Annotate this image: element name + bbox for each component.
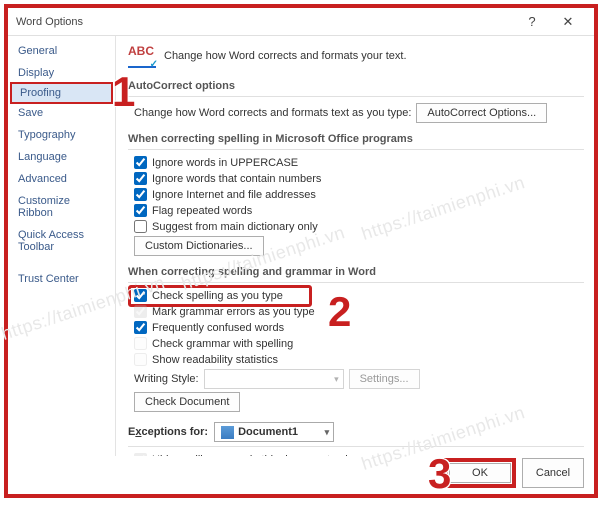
sidebar-item-typography[interactable]: Typography [8, 124, 115, 146]
sidebar-item-display[interactable]: Display [8, 62, 115, 84]
annotation-3: 3 [428, 450, 451, 498]
checkbox-label: Flag repeated words [152, 205, 252, 217]
annotation-2: 2 [328, 288, 351, 336]
checkbox-label: Frequently confused words [152, 322, 284, 334]
exceptions-heading-row: Exceptions for: Document1 [128, 418, 584, 447]
dialog-frame: Word Options ? ✕ General Display Proofin… [4, 4, 598, 498]
checkbox-label: Check grammar with spelling [152, 338, 293, 350]
checkbox[interactable] [134, 321, 147, 334]
abc-check-icon: ABC [128, 44, 156, 68]
checkbox-row[interactable]: Suggest from main dictionary only [134, 220, 584, 233]
ok-button[interactable]: OK [449, 463, 511, 483]
checkbox-label: Show readability statistics [152, 354, 278, 366]
help-button[interactable]: ? [514, 8, 550, 36]
group-heading: When correcting spelling in Microsoft Of… [128, 129, 584, 150]
sidebar-item-trust-center[interactable]: Trust Center [8, 268, 115, 290]
sidebar-item-proofing[interactable]: Proofing [10, 82, 113, 104]
group-word-spelling: When correcting spelling and grammar in … [128, 262, 584, 412]
exceptions-select[interactable]: Document1 [214, 422, 334, 442]
intro-text: Change how Word corrects and formats you… [164, 50, 407, 62]
autocorrect-row: Change how Word corrects and formats tex… [134, 103, 584, 123]
autocorrect-text: Change how Word corrects and formats tex… [134, 107, 411, 119]
checkbox[interactable] [134, 204, 147, 217]
annotation-1: 1 [112, 68, 135, 116]
check-document-button[interactable]: Check Document [134, 392, 240, 412]
group-autocorrect: AutoCorrect options Change how Word corr… [128, 76, 584, 123]
exceptions-value: Document1 [238, 426, 298, 438]
highlight-box-3: OK [444, 458, 516, 488]
dialog-footer: OK Cancel [444, 458, 584, 488]
dialog-body: General Display Proofing Save Typography… [8, 36, 594, 456]
group-office-spelling: When correcting spelling in Microsoft Of… [128, 129, 584, 256]
checkbox-row: Show readability statistics [134, 353, 584, 366]
checkbox-label: Ignore words in UPPERCASE [152, 157, 298, 169]
intro-row: ABC Change how Word corrects and formats… [128, 44, 584, 68]
group-exceptions: Exceptions for: Document1 Hide spelling … [128, 418, 584, 456]
group-heading: AutoCorrect options [128, 76, 584, 97]
autocorrect-options-button[interactable]: AutoCorrect Options... [416, 103, 547, 123]
check-doc-row: Check Document [134, 392, 584, 412]
sidebar-item-qat[interactable]: Quick Access Toolbar [8, 224, 115, 258]
sidebar-item-general[interactable]: General [8, 40, 115, 62]
checkbox-row: Hide spelling errors in this document on… [134, 453, 584, 456]
checkbox-row: Check grammar with spelling [134, 337, 584, 350]
main-panel: ABC Change how Word corrects and formats… [116, 36, 594, 456]
checkbox-label: Ignore Internet and file addresses [152, 189, 316, 201]
group-heading: When correcting spelling and grammar in … [128, 262, 584, 283]
checkbox [134, 353, 147, 366]
document-icon [221, 426, 234, 439]
checkbox-label: Suggest from main dictionary only [152, 221, 318, 233]
checkbox[interactable] [134, 172, 147, 185]
checkbox-row-check-spelling[interactable]: Check spelling as you type [134, 289, 584, 302]
sidebar-item-advanced[interactable]: Advanced [8, 168, 115, 190]
checkbox [134, 305, 147, 318]
writing-style-row: Writing Style: Settings... [134, 369, 584, 389]
close-button[interactable]: ✕ [550, 8, 586, 36]
writing-style-select [204, 369, 344, 389]
custom-dict-row: Custom Dictionaries... [134, 236, 584, 256]
checkbox[interactable] [134, 220, 147, 233]
checkbox[interactable] [134, 188, 147, 201]
sidebar-item-language[interactable]: Language [8, 146, 115, 168]
cancel-button[interactable]: Cancel [522, 458, 584, 488]
checkbox-row[interactable]: Flag repeated words [134, 204, 584, 217]
checkbox-row[interactable]: Frequently confused words [134, 321, 584, 334]
custom-dictionaries-button[interactable]: Custom Dictionaries... [134, 236, 264, 256]
checkbox-row[interactable]: Ignore Internet and file addresses [134, 188, 584, 201]
checkbox[interactable] [134, 156, 147, 169]
exceptions-label: Exceptions for: [128, 426, 208, 438]
writing-style-label: Writing Style: [134, 373, 199, 385]
checkbox-row[interactable]: Ignore words in UPPERCASE [134, 156, 584, 169]
sidebar-nav: General Display Proofing Save Typography… [8, 36, 116, 456]
checkbox-label: Hide spelling errors in this document on… [152, 454, 353, 457]
highlight-box-2 [128, 285, 312, 307]
checkbox [134, 453, 147, 456]
checkbox-label: Mark grammar errors as you type [152, 306, 315, 318]
titlebar: Word Options ? ✕ [8, 8, 594, 36]
sidebar-item-save[interactable]: Save [8, 102, 115, 124]
window-title: Word Options [16, 16, 514, 28]
checkbox-label: Ignore words that contain numbers [152, 173, 321, 185]
settings-button: Settings... [349, 369, 420, 389]
checkbox-row[interactable]: Ignore words that contain numbers [134, 172, 584, 185]
checkbox [134, 337, 147, 350]
sidebar-item-customize-ribbon[interactable]: Customize Ribbon [8, 190, 115, 224]
